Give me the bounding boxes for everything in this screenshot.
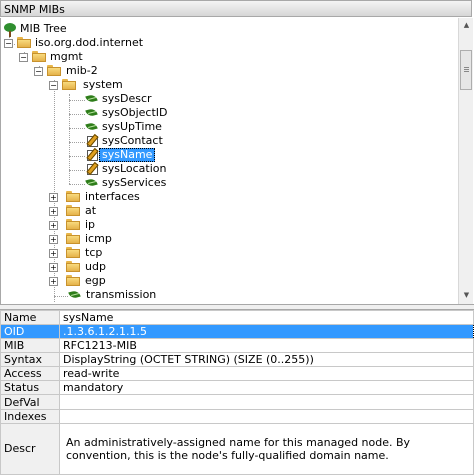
scrollbar-thumb[interactable] [460, 50, 472, 90]
tree-node-label-selected: sysName [99, 148, 156, 162]
property-row-mib[interactable]: MIB RFC1213-MIB [0, 338, 474, 354]
tree-node-label: MIB Tree [20, 22, 67, 35]
tree-node-label: sysServices [102, 176, 167, 189]
property-key: Name [0, 309, 60, 326]
leaf-icon [85, 107, 98, 118]
property-row-indexes[interactable]: Indexes [0, 408, 474, 424]
tree-node-label: icmp [85, 232, 112, 245]
tree-node-label: sysUpTime [102, 120, 162, 133]
tree-node-label: sysDescr [102, 92, 152, 105]
property-key: OID [0, 324, 60, 340]
property-row-access[interactable]: Access read-write [0, 366, 474, 382]
tree-node-label: sysContact [102, 134, 163, 147]
scroll-up-button[interactable]: ▲ [460, 18, 473, 33]
scroll-down-button[interactable]: ▼ [460, 288, 473, 303]
property-key: Access [0, 366, 60, 382]
property-row-oid[interactable]: OID .1.3.6.1.2.1.1.5 [0, 324, 474, 340]
leaf-icon [85, 121, 98, 132]
folder-icon [66, 261, 80, 272]
property-value: DisplayString (OCTET STRING) (SIZE (0..2… [59, 352, 474, 368]
tree-node-label: egp [85, 274, 106, 287]
tree-node-label: iso.org.dod.internet [35, 36, 144, 49]
expand-toggle-icon[interactable]: + [49, 221, 58, 230]
tree-icon [3, 23, 17, 37]
properties-table: Name sysName OID .1.3.6.1.2.1.1.5 MIB RF… [0, 309, 474, 475]
property-value: An administratively-assigned name for th… [59, 422, 474, 475]
folder-open-icon [17, 37, 31, 48]
tree-node-label: mgmt [50, 50, 83, 63]
property-row-descr[interactable]: Descr An administratively-assigned name … [0, 422, 474, 475]
expand-toggle-icon[interactable]: + [49, 207, 58, 216]
writable-icon [86, 161, 99, 176]
collapse-toggle-icon[interactable]: − [34, 67, 43, 76]
property-key: Syntax [0, 352, 60, 368]
writable-icon [86, 147, 99, 162]
property-key: DefVal [0, 394, 60, 410]
expand-toggle-icon[interactable]: + [49, 249, 58, 258]
folder-icon [66, 205, 80, 216]
property-row-status[interactable]: Status mandatory [0, 380, 474, 396]
expand-toggle-icon[interactable]: + [49, 277, 58, 286]
property-key: Status [0, 380, 60, 396]
tree-node-label: sysLocation [102, 162, 167, 175]
tree-node-label: mib-2 [66, 64, 98, 77]
property-value: RFC1213-MIB [59, 338, 474, 354]
folder-icon [66, 233, 80, 244]
property-value: read-write [59, 366, 474, 382]
tree-node-label: udp [85, 260, 106, 273]
tree-node-label: sysObjectID [102, 106, 168, 119]
tree-node-label: at [85, 204, 97, 217]
window-title: SNMP MIBs [0, 0, 472, 17]
leaf-icon [85, 93, 98, 104]
folder-open-icon [62, 79, 76, 90]
tree-node-label: interfaces [85, 190, 140, 203]
properties-header-row: Name sysName [0, 309, 474, 326]
property-row-syntax[interactable]: Syntax DisplayString (OCTET STRING) (SIZ… [0, 352, 474, 368]
tree-node-label: system [83, 78, 123, 91]
property-key: Descr [0, 422, 60, 475]
snmp-mibs-window: SNMP MIBs MIB Tree − iso.org.dod.interne… [0, 0, 474, 475]
leaf-icon [68, 289, 81, 300]
collapse-toggle-icon[interactable]: − [4, 39, 13, 48]
expand-toggle-icon[interactable]: + [49, 263, 58, 272]
folder-open-icon [47, 65, 61, 76]
property-value [59, 408, 474, 424]
folder-icon [66, 191, 80, 202]
expand-toggle-icon[interactable]: + [49, 193, 58, 202]
expand-toggle-icon[interactable]: + [49, 235, 58, 244]
tree-node-label: transmission [86, 288, 157, 301]
property-value: .1.3.6.1.2.1.1.5 [59, 324, 474, 340]
tree-vertical-scrollbar[interactable]: ▲ ▼ [458, 18, 473, 304]
collapse-toggle-icon[interactable]: − [49, 81, 58, 90]
collapse-toggle-icon[interactable]: − [19, 53, 28, 62]
writable-icon [86, 133, 99, 148]
folder-icon [66, 219, 80, 230]
property-key: Indexes [0, 408, 60, 424]
property-value: mandatory [59, 380, 474, 396]
leaf-icon [85, 177, 98, 188]
folder-icon [66, 247, 80, 258]
property-value: sysName [59, 309, 474, 326]
folder-icon [66, 275, 80, 286]
folder-open-icon [32, 51, 46, 62]
property-value [59, 394, 474, 410]
property-key: MIB [0, 338, 60, 354]
tree-node-label: ip [85, 218, 96, 231]
mib-tree[interactable]: MIB Tree − iso.org.dod.internet − mgmt −… [0, 18, 458, 304]
tree-node-label: tcp [85, 246, 103, 259]
property-row-defval[interactable]: DefVal [0, 394, 474, 410]
